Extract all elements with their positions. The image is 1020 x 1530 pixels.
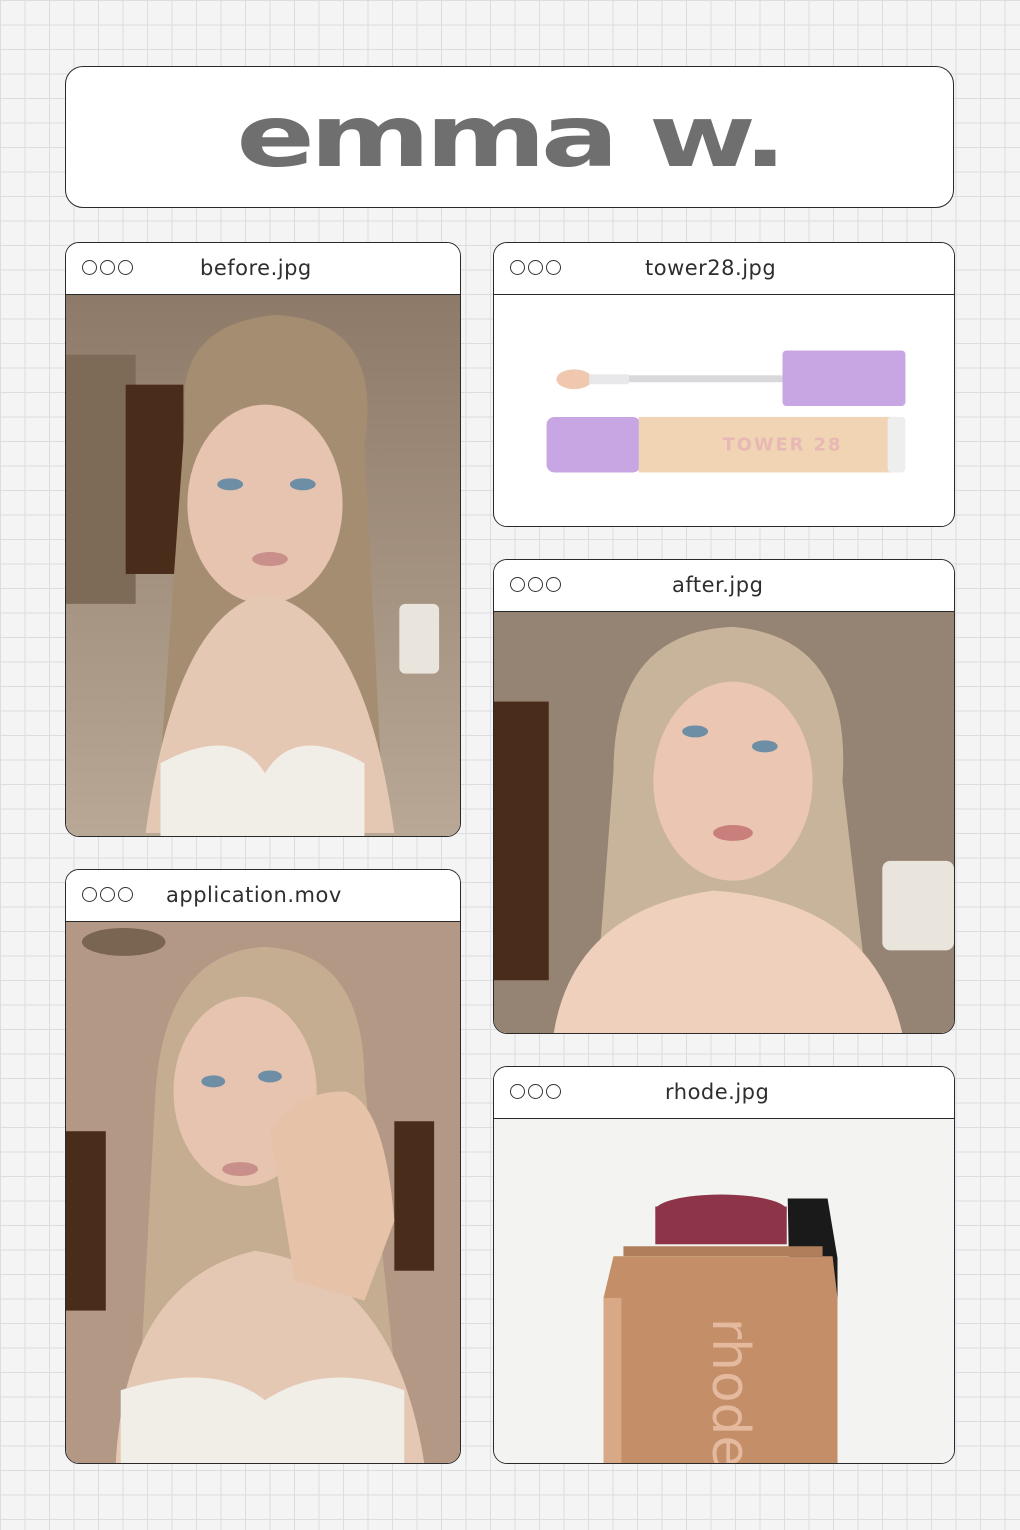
maximize-circle-icon[interactable] bbox=[546, 577, 561, 592]
window-title-bar[interactable]: application.mov bbox=[66, 870, 460, 922]
window-controls bbox=[510, 1084, 561, 1099]
product-label-text: rhode bbox=[700, 1318, 760, 1463]
window-title-bar[interactable]: after.jpg bbox=[494, 560, 954, 612]
window-filename: rhode.jpg bbox=[665, 1080, 770, 1104]
window-title-bar[interactable]: rhode.jpg bbox=[494, 1067, 954, 1119]
window-controls bbox=[510, 260, 561, 275]
window-title-bar[interactable]: tower28.jpg bbox=[494, 243, 954, 295]
close-circle-icon[interactable] bbox=[510, 260, 525, 275]
window-rhode[interactable]: rhode.jpg rhode bbox=[493, 1066, 955, 1464]
close-circle-icon[interactable] bbox=[510, 577, 525, 592]
window-filename: after.jpg bbox=[672, 573, 764, 597]
window-controls bbox=[82, 887, 133, 902]
product-label-text: TOWER 28 bbox=[723, 435, 843, 456]
close-circle-icon[interactable] bbox=[510, 1084, 525, 1099]
window-application[interactable]: application.mov bbox=[65, 869, 461, 1464]
window-filename: tower28.jpg bbox=[645, 256, 777, 280]
close-circle-icon[interactable] bbox=[82, 887, 97, 902]
window-controls bbox=[510, 577, 561, 592]
video-application[interactable] bbox=[66, 922, 460, 1463]
minimize-circle-icon[interactable] bbox=[100, 260, 115, 275]
minimize-circle-icon[interactable] bbox=[528, 1084, 543, 1099]
window-after[interactable]: after.jpg bbox=[493, 559, 955, 1034]
minimize-circle-icon[interactable] bbox=[100, 887, 115, 902]
photo-before bbox=[66, 295, 460, 836]
close-circle-icon[interactable] bbox=[82, 260, 97, 275]
maximize-circle-icon[interactable] bbox=[118, 887, 133, 902]
maximize-circle-icon[interactable] bbox=[118, 260, 133, 275]
minimize-circle-icon[interactable] bbox=[528, 260, 543, 275]
minimize-circle-icon[interactable] bbox=[528, 577, 543, 592]
window-title-bar[interactable]: before.jpg bbox=[66, 243, 460, 295]
photo-rhode: rhode bbox=[494, 1119, 954, 1463]
maximize-circle-icon[interactable] bbox=[546, 1084, 561, 1099]
maximize-circle-icon[interactable] bbox=[546, 260, 561, 275]
window-filename: application.mov bbox=[166, 883, 342, 907]
page-title: emma w. bbox=[236, 87, 788, 187]
window-controls bbox=[82, 260, 133, 275]
photo-after bbox=[494, 612, 954, 1033]
window-tower28[interactable]: tower28.jpg TOWER 28 bbox=[493, 242, 955, 527]
window-before[interactable]: before.jpg bbox=[65, 242, 461, 837]
title-card: emma w. bbox=[65, 66, 954, 208]
photo-tower28: TOWER 28 bbox=[494, 295, 954, 526]
window-filename: before.jpg bbox=[200, 256, 312, 280]
